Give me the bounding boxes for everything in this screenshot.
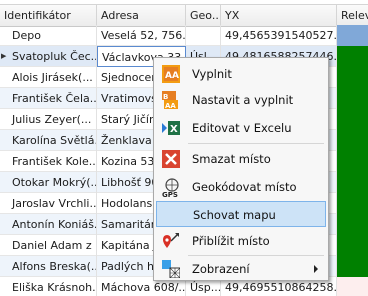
cell-relevance[interactable] <box>337 88 368 109</box>
cell-id[interactable]: Alfons Breska(... <box>0 256 97 277</box>
cell-id[interactable]: Julius Zeyer(... <box>0 109 97 130</box>
cell-id[interactable]: Depo <box>0 25 97 46</box>
menu-item-priblizit-misto[interactable]: Přiblížit místo <box>156 228 326 254</box>
menu-item-editovat-v-excelu[interactable]: X Editovat v Excelu <box>156 115 326 141</box>
column-header-adresa[interactable]: Adresa <box>97 5 186 26</box>
submenu-arrow-icon <box>314 265 318 273</box>
set-and-fill-icon: B AA <box>162 91 180 110</box>
svg-text:GPS: GPS <box>162 191 178 198</box>
menu-item-zobrazeni[interactable]: Zobrazení <box>156 256 326 282</box>
cell-id[interactable]: Karolína Světlá... <box>0 130 97 151</box>
cell-relevance[interactable] <box>337 67 368 88</box>
excel-icon: X <box>162 119 180 137</box>
cell-relevance[interactable] <box>337 235 368 256</box>
cell-id[interactable]: Antonín Koniáš... <box>0 214 97 235</box>
cell-id[interactable]: Daniel Adam z ... <box>0 235 97 256</box>
cell-id[interactable]: Jaroslav Vrchli... <box>0 193 97 214</box>
grid-header: Identifikátor Adresa Geo... YX Releva <box>0 4 368 27</box>
cell-relevance[interactable] <box>337 130 368 151</box>
cell-id[interactable]: František Čela... <box>0 88 97 109</box>
table-row[interactable]: Depo Veselá 52, 756... 49,4565391540527... <box>0 25 368 46</box>
svg-text:AA: AA <box>165 71 179 81</box>
context-menu: AA Vyplnit B AA Nastavit a vyplnit X Edit… <box>153 57 329 281</box>
column-header-yx[interactable]: YX <box>221 5 337 26</box>
menu-label: Schovat mapu <box>193 208 276 222</box>
menu-label: Editovat v Excelu <box>192 121 292 135</box>
cell-relevance[interactable] <box>337 46 368 67</box>
gps-icon: GPS <box>162 178 180 199</box>
menu-label: Zobrazení <box>192 262 250 276</box>
cell-relevance[interactable] <box>337 193 368 214</box>
menu-label: Geokódovat místo <box>192 180 297 194</box>
menu-item-vyplnit[interactable]: AA Vyplnit <box>156 61 326 87</box>
cell-relevance[interactable] <box>337 109 368 130</box>
column-header-relevance[interactable]: Releva <box>337 5 368 26</box>
menu-label: Nastavit a vyplnit <box>192 93 294 107</box>
cell-id[interactable]: Alois Jirásek(... <box>0 67 97 88</box>
cell-id[interactable]: František Kole... <box>0 151 97 172</box>
cell-adresa[interactable]: Veselá 52, 756... <box>97 25 186 46</box>
cell-yx[interactable]: 49,4565391540527... <box>221 25 337 46</box>
menu-item-schovat-mapu[interactable]: Schovat mapu <box>156 201 326 227</box>
cell-geo[interactable] <box>186 25 221 46</box>
cell-id[interactable]: Otokar Mokrý(... <box>0 172 97 193</box>
cell-relevance[interactable] <box>337 277 368 296</box>
column-header-identifikator[interactable]: Identifikátor <box>0 5 97 26</box>
cell-relevance[interactable] <box>337 25 368 46</box>
cell-relevance[interactable] <box>337 256 368 277</box>
menu-item-geokodovat-misto[interactable]: GPS Geokódovat místo <box>156 174 326 200</box>
cell-relevance[interactable] <box>337 172 368 193</box>
menu-item-smazat-misto[interactable]: Smazat místo <box>156 146 326 172</box>
menu-label: Smazat místo <box>192 152 271 166</box>
svg-text:B: B <box>163 93 168 101</box>
menu-separator <box>188 143 324 144</box>
cell-relevance[interactable] <box>337 214 368 235</box>
menu-label: Vyplnit <box>192 67 232 81</box>
fill-icon: AA <box>162 65 180 83</box>
menu-item-nastavit-a-vyplnit[interactable]: B AA Nastavit a vyplnit <box>156 87 326 113</box>
cell-relevance[interactable] <box>337 151 368 172</box>
current-row-indicator-icon: ▶ <box>1 52 7 60</box>
view-icon <box>162 260 181 279</box>
cell-id[interactable]: Svatopluk Čec... <box>0 46 97 67</box>
cell-id[interactable]: Eliška Krásnoh... <box>0 277 97 296</box>
column-header-geo[interactable]: Geo... <box>186 5 221 26</box>
delete-icon <box>162 150 180 168</box>
menu-label: Přiblížit místo <box>192 234 270 248</box>
svg-text:X: X <box>170 124 178 135</box>
svg-text:AA: AA <box>165 102 176 109</box>
zoom-to-place-icon <box>162 232 180 250</box>
